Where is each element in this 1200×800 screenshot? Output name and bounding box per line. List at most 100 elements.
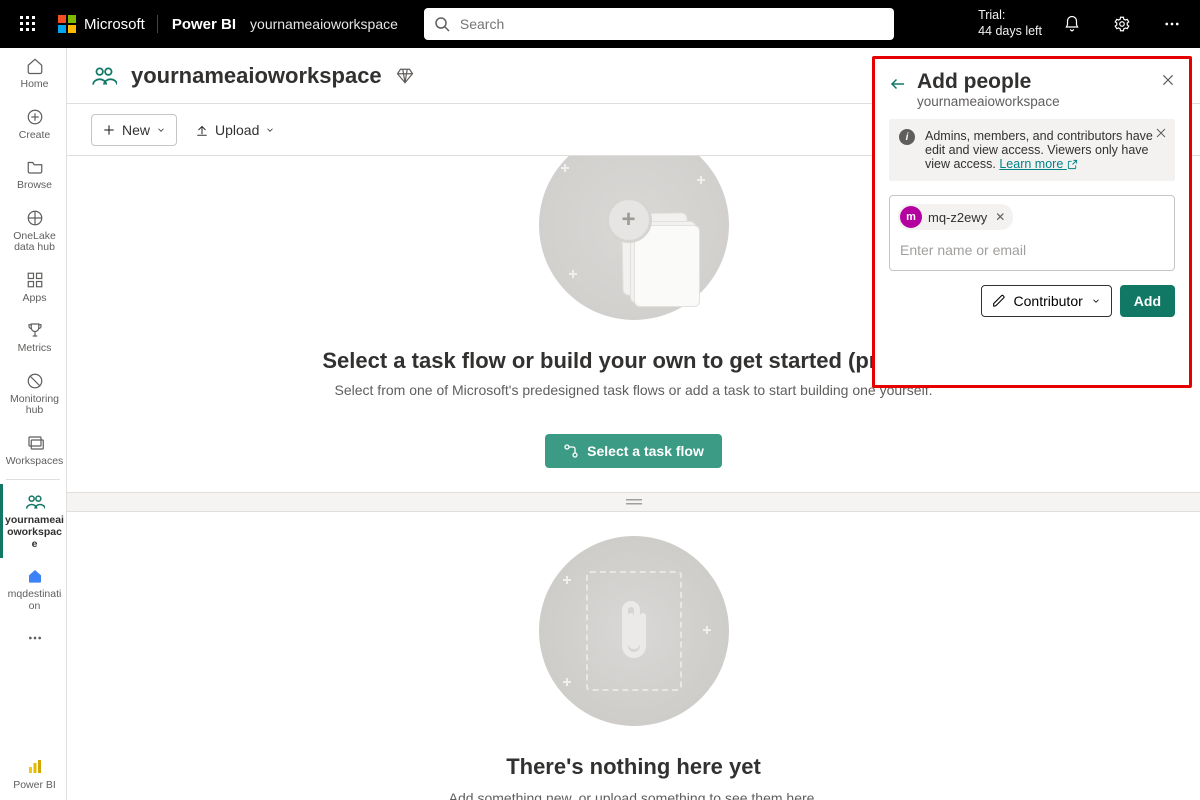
more-button[interactable]	[1152, 4, 1192, 44]
nav-monitoring[interactable]: Monitoring hub	[0, 363, 66, 425]
paperclip-icon	[616, 596, 652, 666]
brand: Microsoft	[58, 15, 158, 33]
empty-state: There's nothing here yet Add something n…	[67, 512, 1200, 800]
upload-icon	[195, 123, 209, 137]
plus-circle-icon	[25, 107, 45, 127]
nav-workspace-current[interactable]: yournameaioworkspace	[0, 484, 66, 558]
role-label: Contributor	[1014, 293, 1083, 309]
folder-icon	[25, 157, 45, 177]
upload-label: Upload	[215, 122, 259, 138]
empty-subheading: Add something new, or upload something t…	[449, 790, 819, 800]
nav-label: mqdestination	[5, 589, 64, 612]
taskflow-heading: Select a task flow or build your own to …	[322, 348, 944, 374]
avatar: m	[900, 206, 922, 228]
info-icon: i	[899, 129, 915, 145]
nav-powerbi-footer[interactable]: Power BI	[0, 749, 66, 800]
info-dismiss-button[interactable]	[1155, 127, 1167, 139]
global-search-input[interactable]	[458, 15, 884, 33]
gear-icon	[1113, 15, 1131, 33]
nav-home[interactable]: Home	[0, 48, 66, 99]
taskflow-illustration: +	[539, 156, 729, 320]
learn-more-link[interactable]: Learn more	[999, 157, 1077, 171]
trophy-icon	[25, 320, 45, 340]
flow-icon	[563, 443, 579, 459]
arrow-left-icon	[889, 75, 907, 93]
add-button[interactable]: Add	[1120, 285, 1175, 317]
new-label: New	[122, 122, 150, 138]
add-label: Add	[1134, 293, 1161, 309]
people-picker[interactable]: m mq-z2ewy ✕	[889, 195, 1175, 271]
people-icon	[25, 492, 45, 512]
premium-diamond-icon[interactable]	[396, 67, 414, 85]
empty-heading: There's nothing here yet	[506, 754, 761, 780]
select-taskflow-label: Select a task flow	[587, 443, 704, 459]
panel-close-button[interactable]	[1161, 73, 1175, 87]
nav-label: Monitoring hub	[5, 394, 64, 417]
workspaces-icon	[25, 433, 45, 453]
role-dropdown[interactable]: Contributor	[981, 285, 1112, 317]
nav-metrics[interactable]: Metrics	[0, 312, 66, 363]
trial-label: Trial:	[978, 8, 1042, 24]
bell-icon	[1063, 15, 1081, 33]
waffle-icon	[20, 16, 36, 32]
pencil-icon	[992, 294, 1006, 308]
home-small-icon	[25, 566, 45, 586]
nav-workspace-other[interactable]: mqdestination	[0, 558, 66, 620]
app-launcher-button[interactable]	[8, 4, 48, 44]
trial-remaining: 44 days left	[978, 24, 1042, 40]
upload-button[interactable]: Upload	[185, 114, 285, 146]
nav-label: Create	[19, 130, 51, 142]
person-chip: m mq-z2ewy ✕	[898, 204, 1013, 230]
nav-workspaces[interactable]: Workspaces	[0, 425, 66, 476]
people-icon	[91, 63, 117, 89]
people-search-input[interactable]	[898, 238, 1166, 262]
trial-status: Trial: 44 days left	[978, 8, 1042, 39]
global-search[interactable]	[424, 8, 894, 40]
taskflow-subheading: Select from one of Microsoft's predesign…	[335, 382, 933, 398]
notifications-button[interactable]	[1052, 4, 1092, 44]
home-icon	[25, 56, 45, 76]
nav-label: Workspaces	[6, 456, 64, 468]
nav-more[interactable]	[0, 620, 66, 656]
more-horizontal-icon	[1163, 15, 1181, 33]
nav-onelake[interactable]: OneLake data hub	[0, 200, 66, 262]
nav-create[interactable]: Create	[0, 99, 66, 150]
select-taskflow-button[interactable]: Select a task flow	[545, 434, 722, 468]
nav-label: Power BI	[13, 780, 56, 792]
grip-icon	[626, 499, 642, 505]
more-horizontal-icon	[25, 628, 45, 648]
search-icon	[434, 16, 450, 32]
panel-back-button[interactable]	[889, 75, 907, 93]
powerbi-icon	[25, 757, 45, 777]
chevron-down-icon	[265, 125, 275, 135]
microsoft-logo-icon	[58, 15, 76, 33]
main-area: yournameaioworkspace Create app New Uplo…	[67, 48, 1200, 800]
header-workspace-name: yournameaioworkspace	[246, 16, 414, 32]
new-button[interactable]: New	[91, 114, 177, 146]
brand-company: Microsoft	[84, 16, 145, 33]
nav-browse[interactable]: Browse	[0, 149, 66, 200]
monitoring-icon	[25, 371, 45, 391]
workspace-title: yournameaioworkspace	[131, 63, 382, 89]
nav-label: OneLake data hub	[5, 231, 64, 254]
remove-chip-button[interactable]: ✕	[993, 210, 1007, 224]
left-nav: Home Create Browse OneLake data hub Apps	[0, 48, 67, 800]
apps-icon	[25, 270, 45, 290]
onelake-icon	[25, 208, 45, 228]
nav-label: Apps	[23, 293, 47, 305]
nav-label: yournameaioworkspace	[5, 515, 64, 550]
resize-handle[interactable]	[67, 492, 1200, 512]
chevron-down-icon	[156, 125, 166, 135]
close-icon	[1161, 73, 1175, 87]
external-link-icon	[1067, 159, 1078, 170]
nav-label: Home	[20, 79, 48, 91]
settings-button[interactable]	[1102, 4, 1142, 44]
nav-apps[interactable]: Apps	[0, 262, 66, 313]
panel-subtitle: yournameaioworkspace	[917, 94, 1060, 109]
info-message: i Admins, members, and contributors have…	[889, 119, 1175, 181]
empty-illustration	[539, 536, 729, 726]
add-people-panel: Add people yournameaioworkspace i Admins…	[872, 56, 1192, 388]
top-bar: Microsoft Power BI yournameaioworkspace …	[0, 0, 1200, 48]
nav-label: Metrics	[18, 343, 52, 355]
plus-icon	[102, 123, 116, 137]
